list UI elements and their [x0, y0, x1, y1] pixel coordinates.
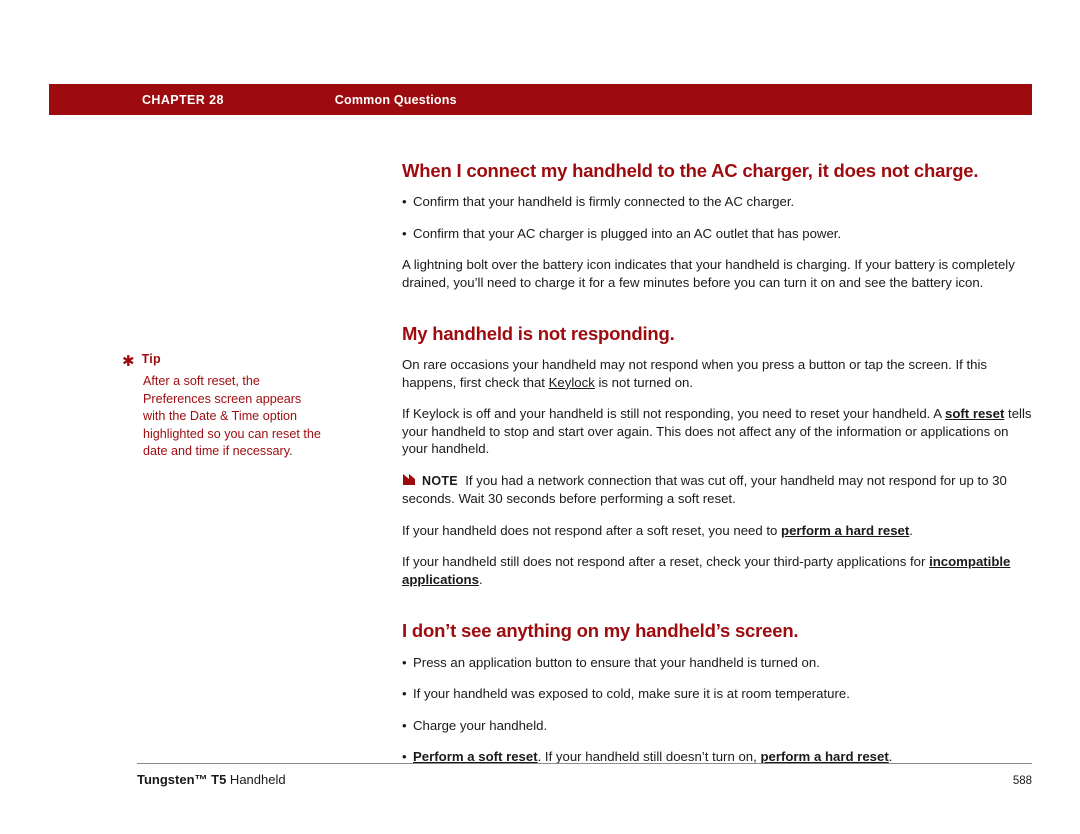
tip-label: Tip	[141, 352, 161, 366]
footer-page-number: 588	[1012, 775, 1032, 787]
tip-header: ✱ Tip	[122, 352, 322, 369]
note-flag-icon	[402, 473, 417, 491]
note-text: If you had a network connection that was…	[402, 472, 1007, 507]
link-soft-reset[interactable]: soft reset	[945, 406, 1004, 421]
note-callout: NOTE If you had a network connection tha…	[402, 472, 1032, 508]
list-item: Confirm that your handheld is firmly con…	[402, 193, 1032, 211]
page-title-blank-screen: I don’t see anything on my handheld’s sc…	[402, 620, 799, 642]
page-header-bar: CHAPTER 28 Common Questions	[49, 84, 1032, 115]
link-perform-hard-reset-2[interactable]: perform a hard reset	[760, 749, 888, 764]
list-item: If your handheld was exposed to cold, ma…	[402, 685, 1032, 703]
link-keylock[interactable]: Keylock	[549, 375, 595, 390]
list-item-text-end: .	[888, 749, 893, 765]
paragraph-hard-reset-part2: .	[909, 522, 913, 538]
link-perform-soft-reset[interactable]: Perform a soft reset	[413, 749, 538, 764]
footer-brand: Tungsten™ T5	[137, 772, 227, 787]
tip-body-text: After a soft reset, the Preferences scre…	[143, 374, 321, 459]
note-label: NOTE	[422, 473, 458, 488]
footer-product-name: Tungsten™ T5 Handheld	[137, 772, 286, 787]
asterisk-icon: ✱	[122, 353, 135, 370]
paragraph-incompatible-apps: If your handheld still does not respond …	[402, 553, 1032, 588]
paragraph-hard-reset-part1: If your handheld does not respond after …	[402, 522, 782, 538]
header-section-label: Common Questions	[334, 92, 457, 107]
list-item: Charge your handheld.	[402, 717, 1032, 735]
paragraph-battery-icon: A lightning bolt over the battery icon i…	[402, 257, 1015, 290]
page-title-charging: When I connect my handheld to the AC cha…	[402, 160, 979, 181]
footer-divider	[137, 763, 1032, 764]
paragraph-keylock: On rare occasions your handheld may not …	[402, 356, 1032, 391]
page-footer: Tungsten™ T5 Handheld 588	[137, 772, 1032, 787]
paragraph-hard-reset: If your handheld does not respond after …	[402, 522, 1032, 540]
list-item: Confirm that your AC charger is plugged …	[402, 225, 1032, 243]
footer-product-suffix: Handheld	[226, 772, 286, 787]
paragraph-incompatible-apps-part1: If your handheld still does not respond …	[402, 554, 930, 570]
list-item: Press an application button to ensure th…	[402, 654, 1032, 672]
paragraph-soft-reset-part1: If Keylock is off and your handheld is s…	[402, 406, 945, 422]
header-chapter-label: CHAPTER 28	[142, 92, 224, 107]
main-content: When I connect my handheld to the AC cha…	[402, 160, 1032, 780]
paragraph-soft-reset: If Keylock is off and your handheld is s…	[402, 405, 1032, 458]
paragraph-keylock-part1: On rare occasions your handheld may not …	[402, 357, 987, 390]
list-item-text-mid: . If your handheld still doesn’t turn on…	[537, 749, 761, 765]
tip-callout: ✱ Tip After a soft reset, the Preference…	[122, 352, 322, 461]
page-title-not-responding: My handheld is not responding.	[402, 323, 675, 345]
paragraph-keylock-part2: is not turned on.	[594, 374, 694, 390]
paragraph-incompatible-apps-part2: .	[478, 571, 483, 587]
link-perform-hard-reset[interactable]: perform a hard reset	[781, 523, 909, 538]
